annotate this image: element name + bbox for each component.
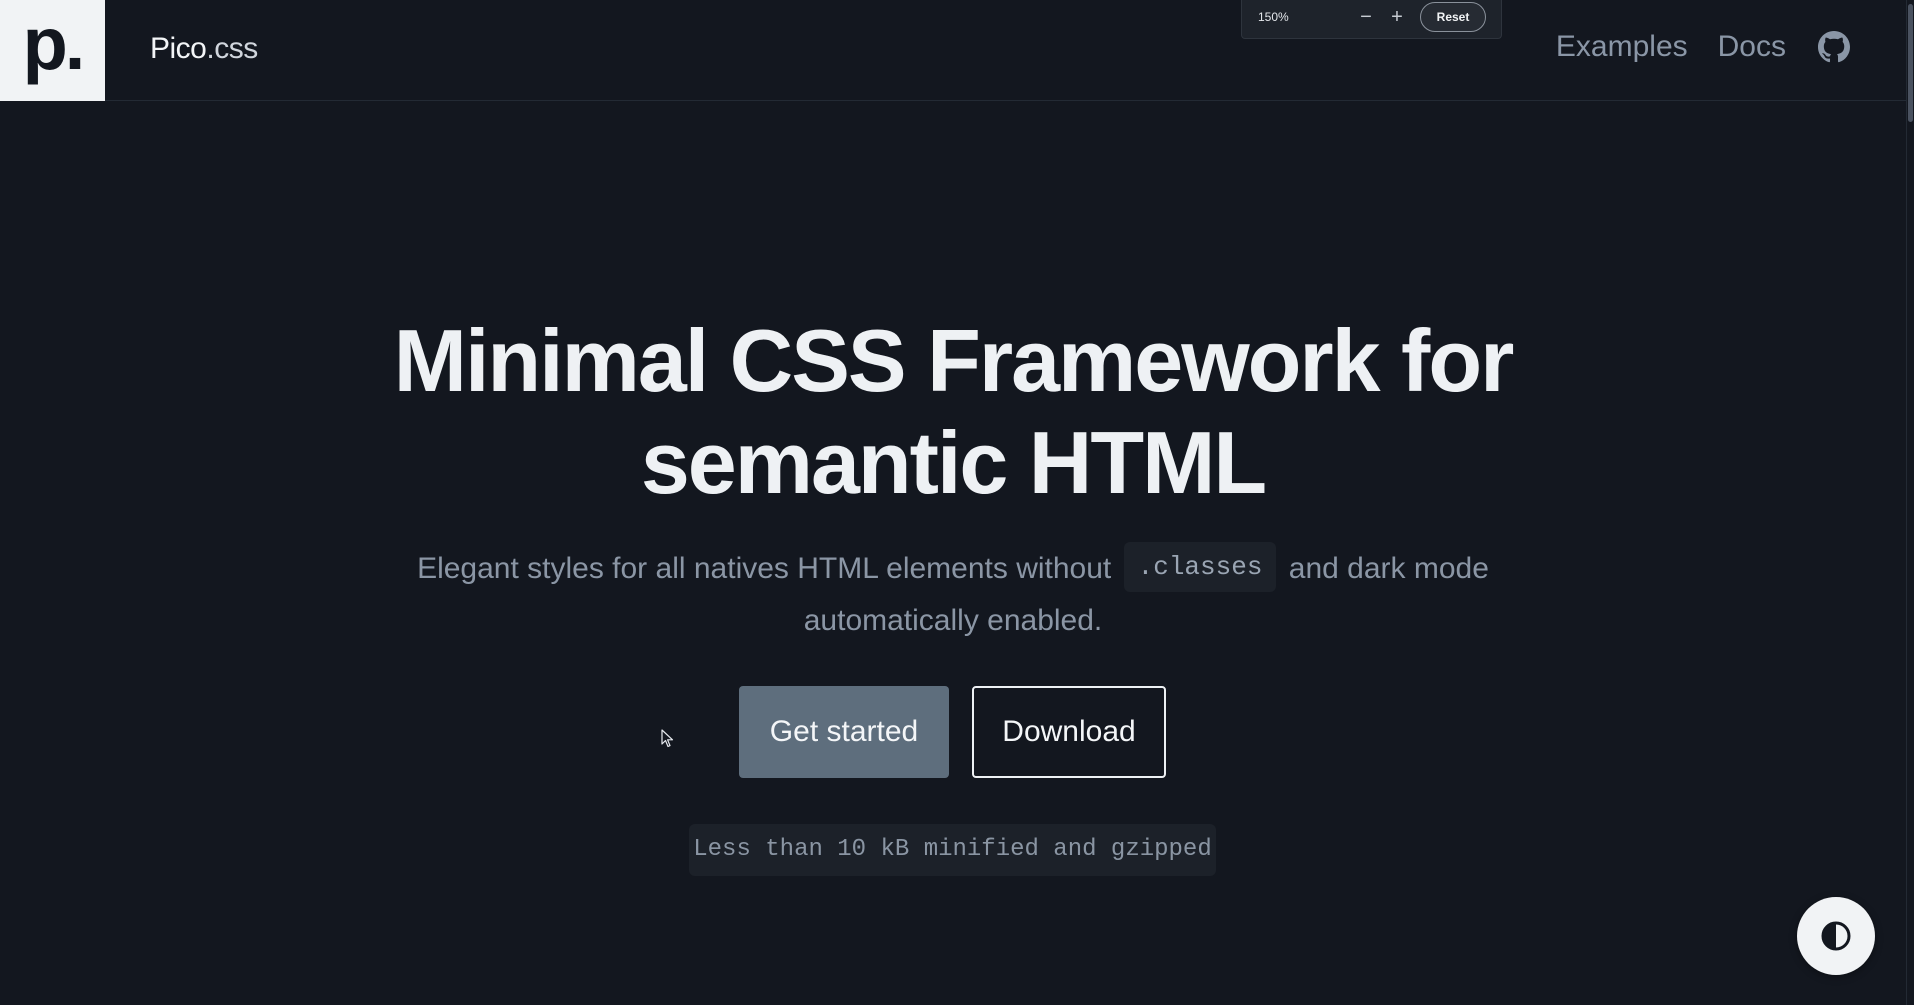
nav-link-examples[interactable]: Examples	[1556, 30, 1688, 64]
download-button[interactable]: Download	[972, 686, 1166, 778]
subtitle-text-after: and dark mode	[1288, 552, 1489, 585]
github-link[interactable]	[1816, 31, 1850, 63]
size-note: Less than 10 kB minified and gzipped	[689, 824, 1216, 876]
zoom-in-button[interactable]: +	[1384, 4, 1410, 30]
page: p. Pico.css Examples Docs 150% − + Reset…	[0, 0, 1914, 1005]
logo[interactable]: p.	[0, 0, 105, 101]
contrast-icon	[1821, 921, 1851, 951]
zoom-reset-button[interactable]: Reset	[1420, 2, 1486, 32]
brand-name: Pico	[150, 32, 207, 65]
main-nav: Examples Docs	[1556, 30, 1850, 64]
mouse-cursor-icon	[661, 729, 674, 748]
site-header: p. Pico.css Examples Docs	[0, 0, 1906, 101]
classes-code: .classes	[1123, 542, 1277, 593]
zoom-out-button[interactable]: −	[1353, 4, 1379, 30]
hero-title-line1: Minimal CSS Framework for	[393, 311, 1515, 410]
subtitle-text-before: Elegant styles for all natives HTML elem…	[417, 552, 1112, 585]
github-icon	[1818, 31, 1850, 63]
logo-mark: p.	[22, 1, 86, 85]
zoom-level: 150%	[1258, 10, 1289, 24]
brand-link[interactable]: Pico.css	[150, 32, 258, 66]
zoom-popup: 150% − + Reset	[1241, 0, 1502, 39]
get-started-button[interactable]: Get started	[739, 686, 949, 778]
hero-title: Minimal CSS Framework for semantic HTML	[0, 310, 1906, 514]
theme-toggle-button[interactable]	[1797, 897, 1875, 975]
hero-subtitle: Elegant styles for all natives HTML elem…	[0, 542, 1906, 647]
scrollbar-thumb[interactable]	[1908, 4, 1913, 122]
subtitle-line2: automatically enabled.	[803, 604, 1103, 638]
scrollbar[interactable]	[1906, 0, 1914, 1005]
nav-link-docs[interactable]: Docs	[1718, 30, 1786, 64]
brand-suffix: .css	[206, 32, 258, 65]
hero-title-line2: semantic HTML	[640, 413, 1267, 512]
